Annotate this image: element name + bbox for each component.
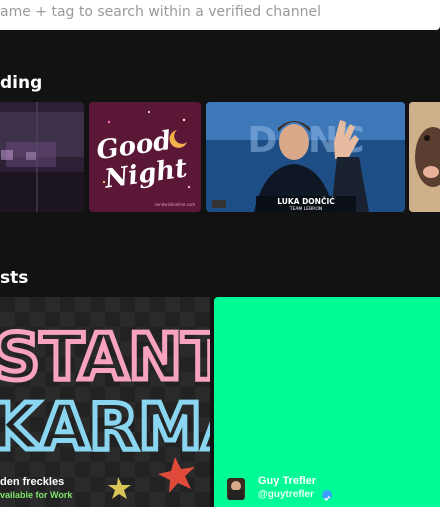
verified-icon bbox=[322, 490, 332, 502]
artist-handle: @guytrefler bbox=[258, 489, 314, 500]
art-text-karma: KARMA bbox=[0, 391, 210, 465]
trending-gif-luka[interactable]: DONC LUKA DONČIĆ TEAM LEBRON bbox=[206, 102, 405, 212]
artist-name: Guy Trefler bbox=[258, 475, 317, 487]
artist-card-den-freckles[interactable]: STANT KARMA den freckles vailable for Wo… bbox=[0, 297, 210, 507]
art-text-stant: STANT bbox=[0, 321, 210, 395]
watermark-text: sendwishonline.com bbox=[155, 202, 196, 207]
search-bar[interactable]: ame + tag to search within a verified ch… bbox=[0, 0, 440, 30]
trending-gif-dog[interactable] bbox=[409, 102, 440, 212]
artists-title: sts bbox=[0, 268, 29, 288]
search-placeholder: ame + tag to search within a verified ch… bbox=[0, 4, 321, 20]
trending-title: ding bbox=[0, 73, 43, 93]
trending-gif-1[interactable] bbox=[0, 102, 84, 212]
allstar-logo bbox=[212, 200, 226, 208]
artist-card-guy-trefler[interactable]: Guy Trefler @guytrefler bbox=[214, 297, 440, 507]
artist-availability: vailable for Work bbox=[0, 490, 73, 500]
artist-name: den freckles bbox=[0, 476, 65, 488]
trending-gif-good-night[interactable]: Good Night sendwishonline.com bbox=[89, 102, 201, 212]
player-name: LUKA DONČIĆ bbox=[277, 197, 335, 206]
team-name: TEAM LEBRON bbox=[289, 206, 322, 212]
artist-avatar bbox=[227, 478, 245, 500]
